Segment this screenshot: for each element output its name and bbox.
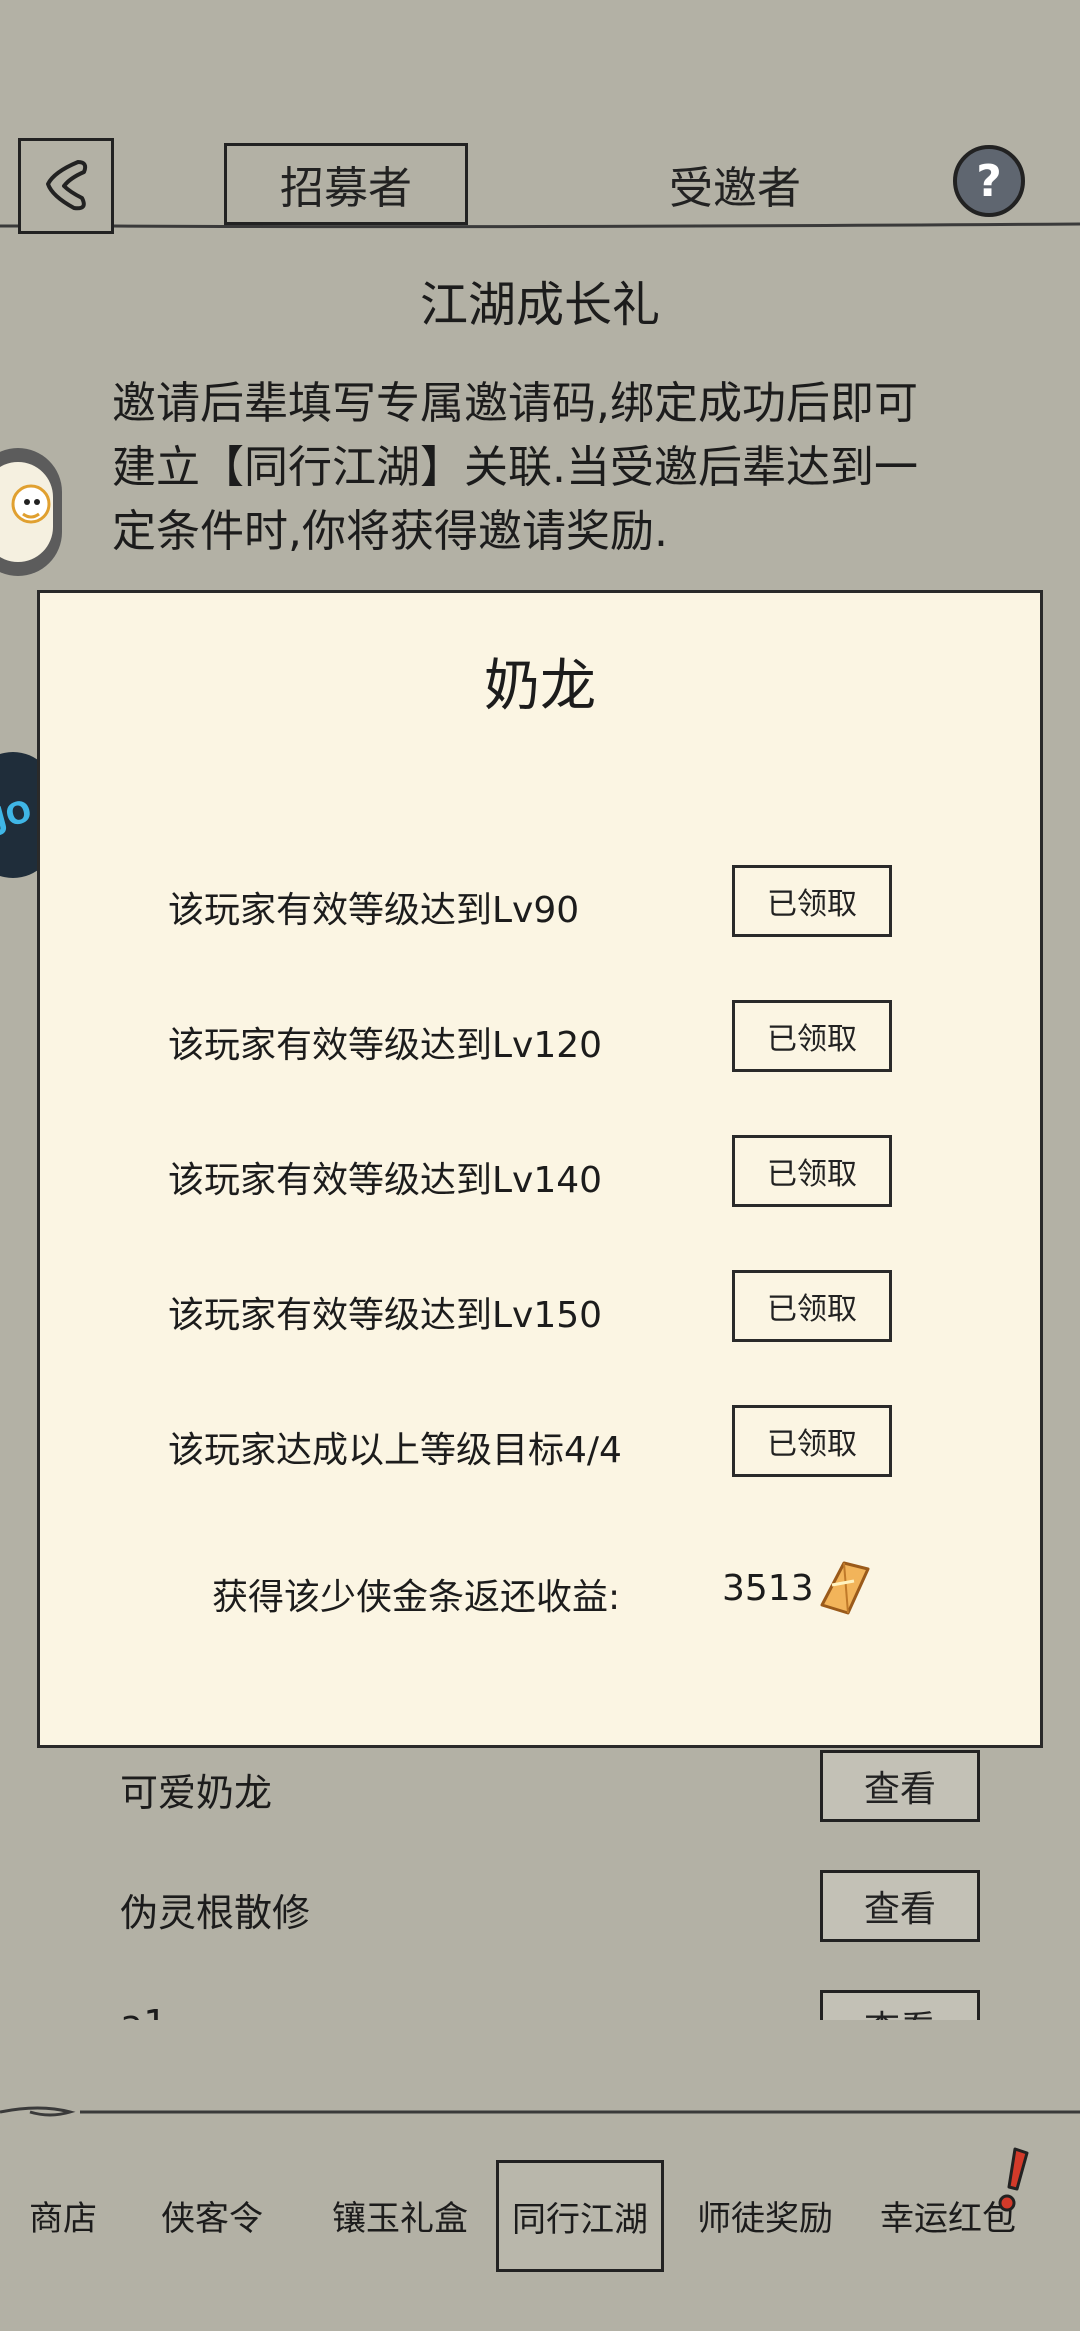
claimed-button[interactable]: 已领取	[732, 1135, 892, 1207]
mascot-icon	[0, 462, 53, 562]
claimed-button[interactable]: 已领取	[732, 865, 892, 937]
requirement-label: 该玩家有效等级达到Lv120	[168, 1025, 603, 1066]
reward-modal: 奶龙 该玩家有效等级达到Lv90 已领取 该玩家有效等级达到Lv120 已领取 …	[37, 590, 1043, 1748]
view-button[interactable]: 查看	[820, 1750, 980, 1822]
view-button[interactable]: 查看	[820, 1870, 980, 1942]
claimed-button[interactable]: 已领取	[732, 1405, 892, 1477]
description-line: 邀请后辈填写专属邀请码,绑定成功后即可	[112, 378, 918, 429]
help-icon: ?	[976, 155, 1002, 207]
gold-bar-icon	[820, 1561, 870, 1615]
help-button[interactable]: ?	[953, 145, 1025, 217]
requirement-label: 该玩家有效等级达到Lv90	[168, 890, 580, 931]
section-title: 江湖成长礼	[419, 277, 660, 333]
header-divider	[0, 222, 1080, 229]
mascot-float-button[interactable]	[0, 448, 62, 576]
tab-recruiter[interactable]: 招募者	[224, 143, 468, 225]
description-line: 定条件时,你将获得邀请奖励.	[112, 506, 668, 557]
description-line: 建立【同行江湖】关联.当受邀后辈达到一	[112, 442, 918, 493]
list-item-name: 可爱奶龙	[120, 1771, 273, 1815]
bottom-divider	[0, 2106, 1080, 2117]
nav-hero-token[interactable]: 侠客令	[140, 2160, 284, 2270]
modal-title: 奶龙	[484, 654, 596, 719]
nav-mentor-rewards[interactable]: 师徒奖励	[690, 2160, 840, 2270]
nav-shop[interactable]: 商店	[8, 2160, 118, 2270]
nav-tongxing-jianghu[interactable]: 同行江湖	[496, 2160, 664, 2272]
logo-badge-icon: JO	[0, 793, 36, 837]
requirement-label: 该玩家有效等级达到Lv140	[168, 1160, 603, 1201]
list-item-name: 伪灵根散修	[120, 1891, 311, 1935]
nav-jade-gift-box[interactable]: 镶玉礼盒	[320, 2160, 480, 2270]
back-arrow-icon	[46, 160, 88, 211]
requirement-label: 该玩家达成以上等级目标4/4	[168, 1430, 622, 1471]
alert-icon	[998, 2147, 1029, 2212]
section-description: 邀请后辈填写专属邀请码,绑定成功后即可 建立【同行江湖】关联.当受邀后辈达到一 …	[112, 372, 972, 564]
earnings-value: 3513	[722, 1568, 814, 1609]
requirement-label: 该玩家有效等级达到Lv150	[168, 1295, 603, 1336]
claimed-button[interactable]: 已领取	[732, 1270, 892, 1342]
claimed-button[interactable]: 已领取	[732, 1000, 892, 1072]
earnings-label: 获得该少侠金条返还收益:	[212, 1577, 621, 1618]
tab-invitee[interactable]: 受邀者	[610, 143, 860, 225]
